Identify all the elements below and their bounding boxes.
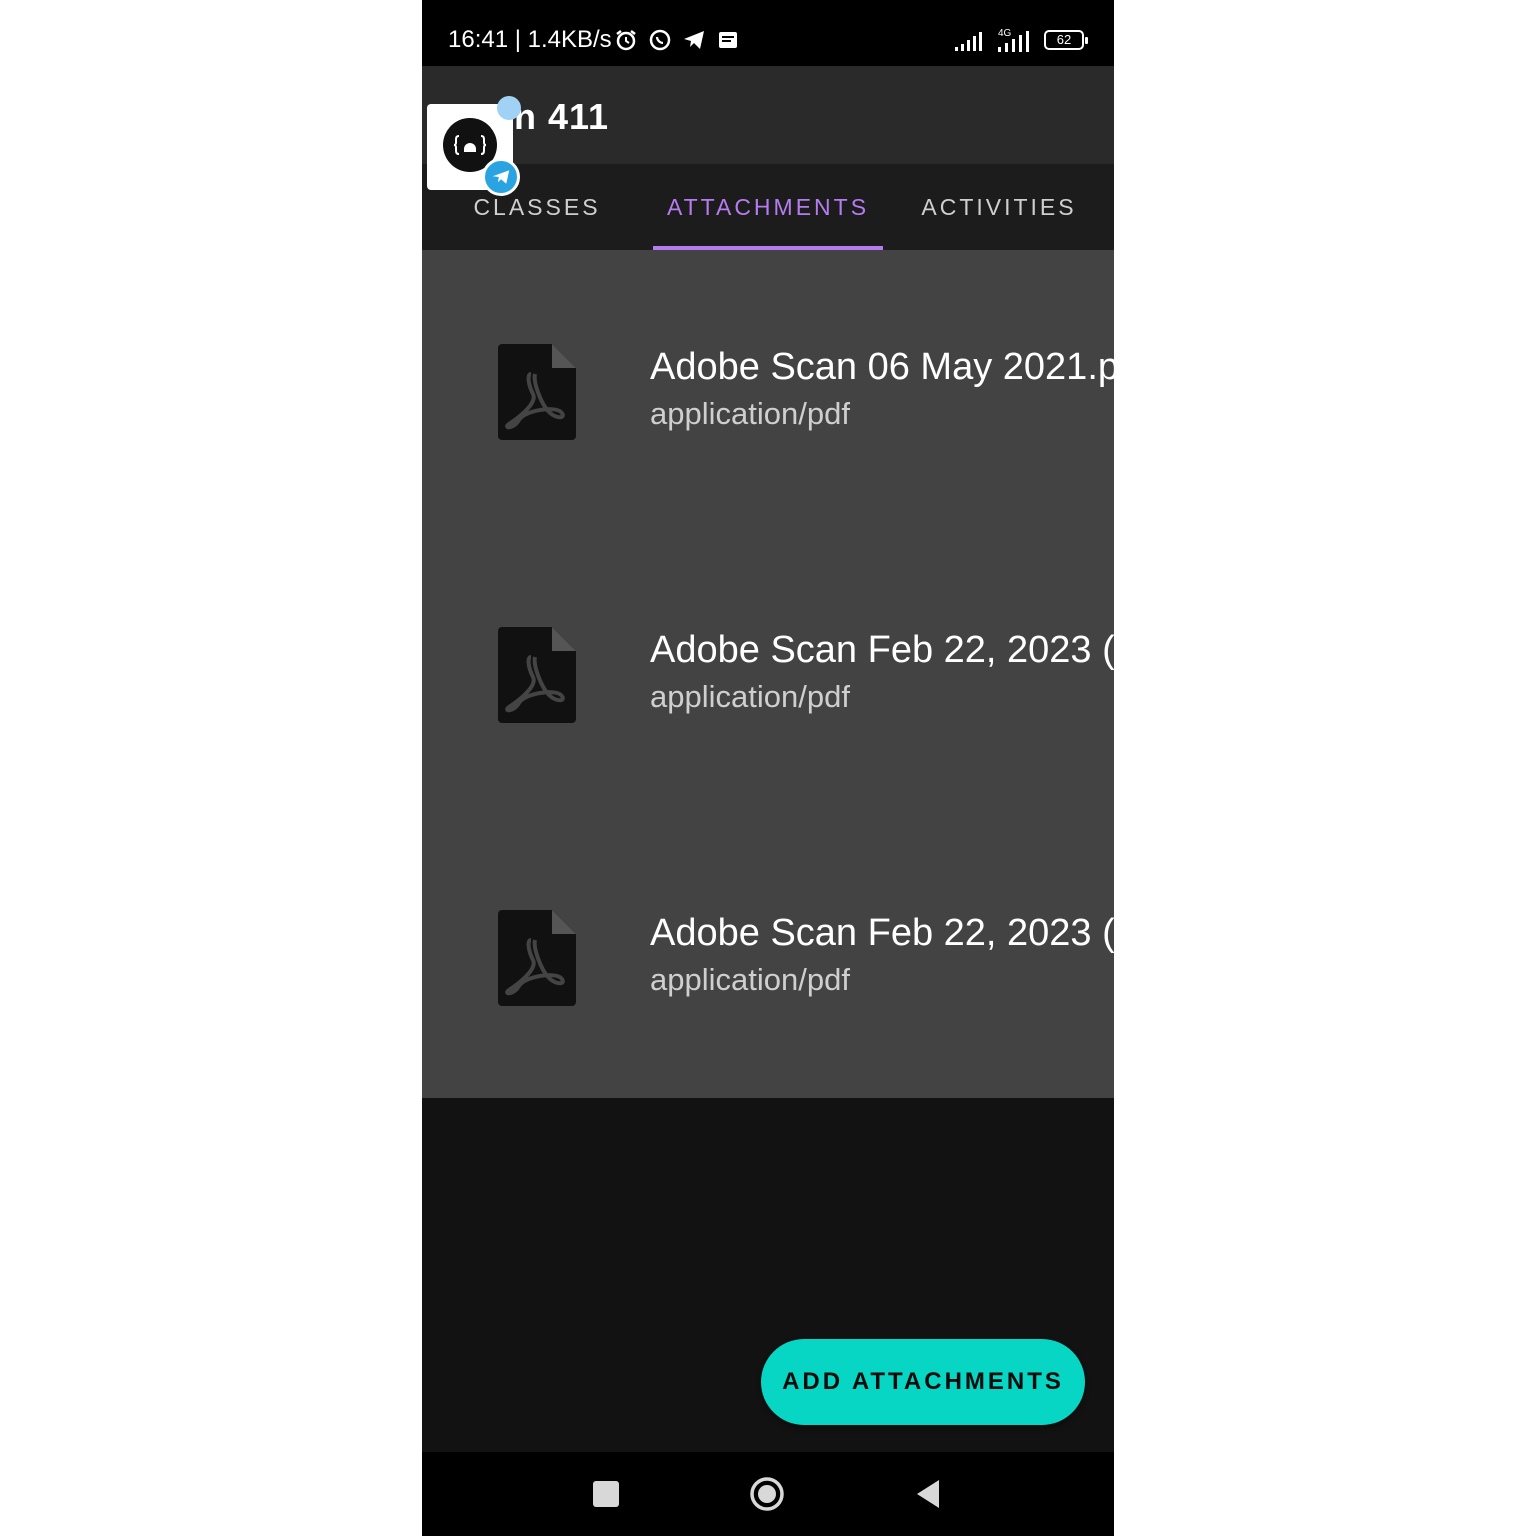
status-left-icons [614, 28, 740, 52]
status-bar: 16:41 | 1.4KB/s 4G 62 [422, 0, 1114, 66]
tab-activities[interactable]: ACTIVITIES [884, 164, 1114, 250]
attachment-type: application/pdf [650, 679, 850, 714]
list-item[interactable]: Adobe Scan Feb 22, 2023 ( application/pd… [422, 816, 1114, 1098]
battery-icon: 62 [1044, 30, 1088, 50]
notification-dot [497, 96, 521, 120]
attachments-list: Adobe Scan 06 May 2021.p application/pdf… [422, 250, 1114, 1098]
list-item[interactable]: Adobe Scan Feb 22, 2023 ( application/pd… [422, 533, 1114, 815]
attachment-name: Adobe Scan Feb 22, 2023 ( [650, 629, 1114, 671]
add-attachments-label: ADD ATTACHMENTS [782, 1368, 1064, 1395]
back-triangle-icon[interactable] [915, 1479, 941, 1509]
recents-square-icon[interactable] [593, 1481, 619, 1507]
list-item[interactable]: Adobe Scan 06 May 2021.p application/pdf [422, 250, 1114, 532]
phone-screen: 16:41 | 1.4KB/s 4G 62 n 411 CLASSES ATTA… [422, 0, 1114, 1536]
attachment-type: application/pdf [650, 396, 850, 431]
network-label: 4G [998, 28, 1012, 39]
message-icon [719, 32, 737, 48]
signal-4g-icon: 4G [998, 28, 1029, 52]
whatsapp-icon [649, 29, 671, 51]
system-nav-bar [422, 1452, 1114, 1536]
tab-label: CLASSES [473, 193, 601, 220]
telegram-icon [684, 31, 704, 49]
attachment-name: Adobe Scan 06 May 2021.p [650, 346, 1114, 388]
attachment-type: application/pdf [650, 962, 850, 997]
pdf-file-icon [498, 910, 576, 1006]
add-attachments-button[interactable]: ADD ATTACHMENTS [761, 1339, 1085, 1425]
attachment-name: Adobe Scan Feb 22, 2023 ( [650, 912, 1114, 954]
status-time-speed: 16:41 | 1.4KB/s [448, 26, 612, 53]
page-title: n 411 [514, 96, 610, 137]
tab-attachments[interactable]: ATTACHMENTS [653, 164, 883, 250]
tab-label: ATTACHMENTS [666, 193, 870, 220]
floating-overlay-badge[interactable] [427, 96, 521, 196]
home-circle-icon[interactable] [749, 1476, 785, 1512]
signal-icon [955, 32, 982, 51]
app-bar: n 411 [422, 66, 1114, 164]
battery-level: 62 [1056, 32, 1072, 47]
alarm-icon [616, 30, 636, 51]
tab-bar: CLASSES ATTACHMENTS ACTIVITIES [422, 164, 1114, 250]
status-right-icons: 4G 62 [954, 27, 1088, 53]
pdf-file-icon [498, 627, 576, 723]
telegram-badge-icon [482, 158, 520, 196]
pdf-file-icon [498, 344, 576, 440]
tab-label: ACTIVITIES [921, 193, 1077, 220]
